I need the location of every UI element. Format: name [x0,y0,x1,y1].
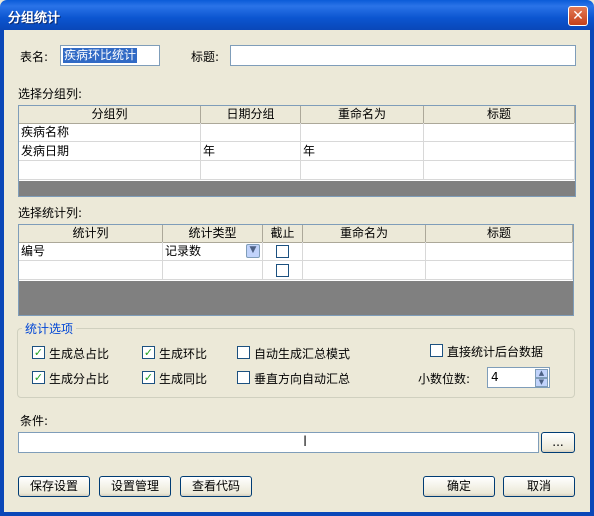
view-code-button[interactable]: 查看代码 [180,476,252,497]
heading-input[interactable] [230,45,576,66]
stat-columns-grid[interactable]: 统计列 统计类型 截止 重命名为 标题 编号 记录数 ▼ [18,224,574,316]
stat-row-1-rename[interactable] [303,242,426,261]
option-vertical-summary-checkbox[interactable] [237,371,250,384]
option-total-ratio-checkbox[interactable]: ✓ [32,346,45,359]
condition-browse-button[interactable]: ... [541,432,575,453]
group-row-1-title[interactable] [424,123,575,142]
group-row-3-column[interactable] [19,161,201,180]
chevron-down-icon[interactable]: ▼ [246,244,260,258]
option-backend-data-label: 直接统计后台数据 [447,345,544,359]
stat-header-column[interactable]: 统计列 [19,225,163,242]
ok-button[interactable]: 确定 [423,476,495,497]
option-mom-label: 生成环比 [159,347,208,361]
decimal-places-label: 小数位数: [418,372,471,386]
decimal-places-value: 4 [491,370,499,384]
option-auto-summary-mode-checkbox[interactable] [237,346,250,359]
stat-row-2-cutoff-cell [263,261,303,280]
group-header-rename[interactable]: 重命名为 [301,106,424,123]
manage-settings-button[interactable]: 设置管理 [99,476,171,497]
window-frame-left [0,30,4,516]
option-vertical-summary-label: 垂直方向自动汇总 [254,372,351,386]
group-grid-empty-area [19,181,575,196]
option-mom-checkbox[interactable]: ✓ [142,346,155,359]
table-name-label: 表名: [20,50,49,64]
group-grid-header: 分组列 日期分组 重命名为 标题 [19,106,575,124]
group-header-title[interactable]: 标题 [424,106,575,123]
stat-row-1-title[interactable] [426,242,573,261]
group-row-1-rename[interactable] [301,123,424,142]
stat-grid-header: 统计列 统计类型 截止 重命名为 标题 [19,225,573,243]
group-row-2-column[interactable]: 发病日期 [19,142,201,161]
option-yoy-label: 生成同比 [159,372,208,386]
group-row-3-date-group[interactable] [201,161,301,180]
group-row-2-rename[interactable]: 年 [301,142,424,161]
stat-options-title: 统计选项 [22,320,77,337]
stat-header-type[interactable]: 统计类型 [163,225,263,242]
option-sub-ratio-checkbox[interactable]: ✓ [32,371,45,384]
group-header-column[interactable]: 分组列 [19,106,201,123]
group-row-2-title[interactable] [424,142,575,161]
stat-row-1-column[interactable]: 编号 [19,242,163,261]
stat-row-1-type-select[interactable]: 记录数 ▼ [163,242,263,261]
option-auto-summary-mode-label: 自动生成汇总模式 [254,347,351,361]
heading-label: 标题: [191,50,220,64]
stat-section-label: 选择统计列: [18,206,83,220]
stat-row-2-column[interactable] [19,261,163,280]
window-frame-right [590,30,594,516]
stat-row-2-type[interactable] [163,261,263,280]
stat-header-rename[interactable]: 重命名为 [303,225,426,242]
group-row-3-rename[interactable] [301,161,424,180]
group-columns-grid[interactable]: 分组列 日期分组 重命名为 标题 疾病名称 发病日期 年 年 [18,105,576,197]
spin-up-icon[interactable]: ▲ [535,369,548,378]
group-row-3-title[interactable] [424,161,575,180]
decimal-places-spinner[interactable]: 4 ▲ ▼ [487,367,550,388]
condition-label: 条件: [20,414,49,428]
group-row-1-date-group[interactable] [201,123,301,142]
table-name-input[interactable]: 疾病环比统计 [60,45,160,66]
window-frame-bottom [0,512,594,516]
group-header-date-group[interactable]: 日期分组 [201,106,301,123]
stat-row-1-cutoff-checkbox[interactable] [276,245,289,258]
text-cursor-icon: I [303,434,308,450]
stat-row-2-rename[interactable] [303,261,426,280]
option-yoy-checkbox[interactable]: ✓ [142,371,155,384]
stat-row-1-cutoff-cell [263,242,303,261]
stat-row-2-cutoff-checkbox[interactable] [276,264,289,277]
close-button[interactable]: ✕ [568,6,588,26]
option-total-ratio-label: 生成总占比 [49,347,110,361]
stat-header-title[interactable]: 标题 [426,225,573,242]
group-row-2-date-group[interactable]: 年 [201,142,301,161]
stat-row-2-title[interactable] [426,261,573,280]
option-backend-data-checkbox[interactable] [430,344,443,357]
table-name-value: 疾病环比统计 [63,48,138,63]
group-section-label: 选择分组列: [18,87,83,101]
window-title: 分组统计 [8,11,61,26]
cancel-button[interactable]: 取消 [503,476,575,497]
group-row-1-column[interactable]: 疾病名称 [19,123,201,142]
option-sub-ratio-label: 生成分占比 [49,372,110,386]
title-bar[interactable] [0,0,594,30]
stat-header-cutoff[interactable]: 截止 [263,225,303,242]
stat-grid-empty-area [19,281,573,315]
spin-down-icon[interactable]: ▼ [535,378,548,387]
stat-row-1-type-value: 记录数 [165,244,202,258]
condition-input[interactable]: I [18,432,539,453]
save-settings-button[interactable]: 保存设置 [18,476,90,497]
